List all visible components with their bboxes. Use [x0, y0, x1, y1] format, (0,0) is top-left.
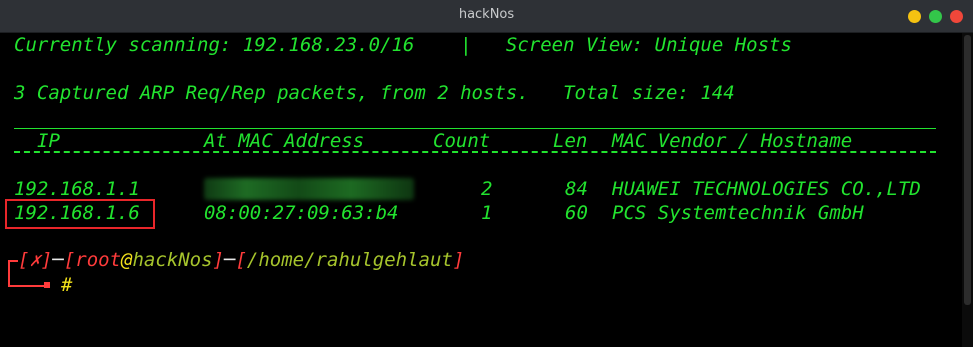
row1-vendor: HUAWEI TECHNOLOGIES CO.,LTD [612, 178, 921, 200]
terminal-output[interactable]: Currently scanning: 192.168.23.0/16 | Sc… [0, 33, 973, 347]
prompt-user: root [75, 249, 122, 271]
row2-vendor: PCS Systemtechnik GmbH [612, 202, 864, 224]
prompt-at: @ [121, 249, 133, 271]
close-button[interactable] [950, 10, 963, 23]
shell-prompt: [✗]─[root@hackNos]─[/home/rahulgehlaut] [8, 248, 464, 272]
status-divider: | [460, 34, 472, 56]
prompt-host: hackNos [132, 249, 213, 271]
prompt-arrow-icon [44, 282, 50, 288]
row1-len: 84 [565, 178, 588, 200]
header-dash-rule [14, 151, 936, 153]
minimize-button[interactable] [908, 10, 921, 23]
header-ip: IP [37, 130, 60, 152]
prompt-path: /home/rahulgehlaut [246, 249, 453, 271]
header-count: Count [433, 130, 491, 152]
row1-count: 2 [481, 178, 493, 200]
prompt-symbol[interactable]: # [61, 273, 72, 297]
row2-ip: 192.168.1.6 [14, 202, 140, 224]
title-bar[interactable]: hackNos [0, 0, 973, 33]
status-line-captured: 3 Captured ARP Req/Rep packets, from 2 h… [14, 81, 735, 105]
header-len: Len [553, 130, 588, 152]
maximize-button[interactable] [929, 10, 942, 23]
row1-ip: 192.168.1.1 [14, 178, 140, 200]
header-mac: At MAC Address [204, 130, 365, 152]
row2-mac: 08:00:27:09:63:b4 [204, 202, 399, 224]
captured-text: 3 Captured ARP Req/Rep packets, from 2 h… [14, 82, 529, 104]
header-vendor: MAC Vendor / Hostname [612, 130, 853, 152]
terminal-window: hackNos Currently scanning: 192.168.23.0… [0, 0, 973, 347]
total-size-text: Total size: 144 [563, 82, 735, 104]
scrollbar-thumb[interactable] [964, 35, 971, 305]
screen-view-text: Screen View: Unique Hosts [505, 34, 792, 56]
row2-count: 1 [481, 202, 493, 224]
row2-len: 60 [565, 202, 588, 224]
status-line-scanning: Currently scanning: 192.168.23.0/16 | Sc… [14, 33, 792, 57]
scanning-text: Currently scanning: 192.168.23.0/16 [14, 34, 415, 56]
prompt-corner-line [8, 261, 48, 287]
row1-mac-redacted [204, 178, 414, 200]
scrollbar[interactable] [962, 33, 973, 347]
window-title: hackNos [458, 7, 515, 22]
